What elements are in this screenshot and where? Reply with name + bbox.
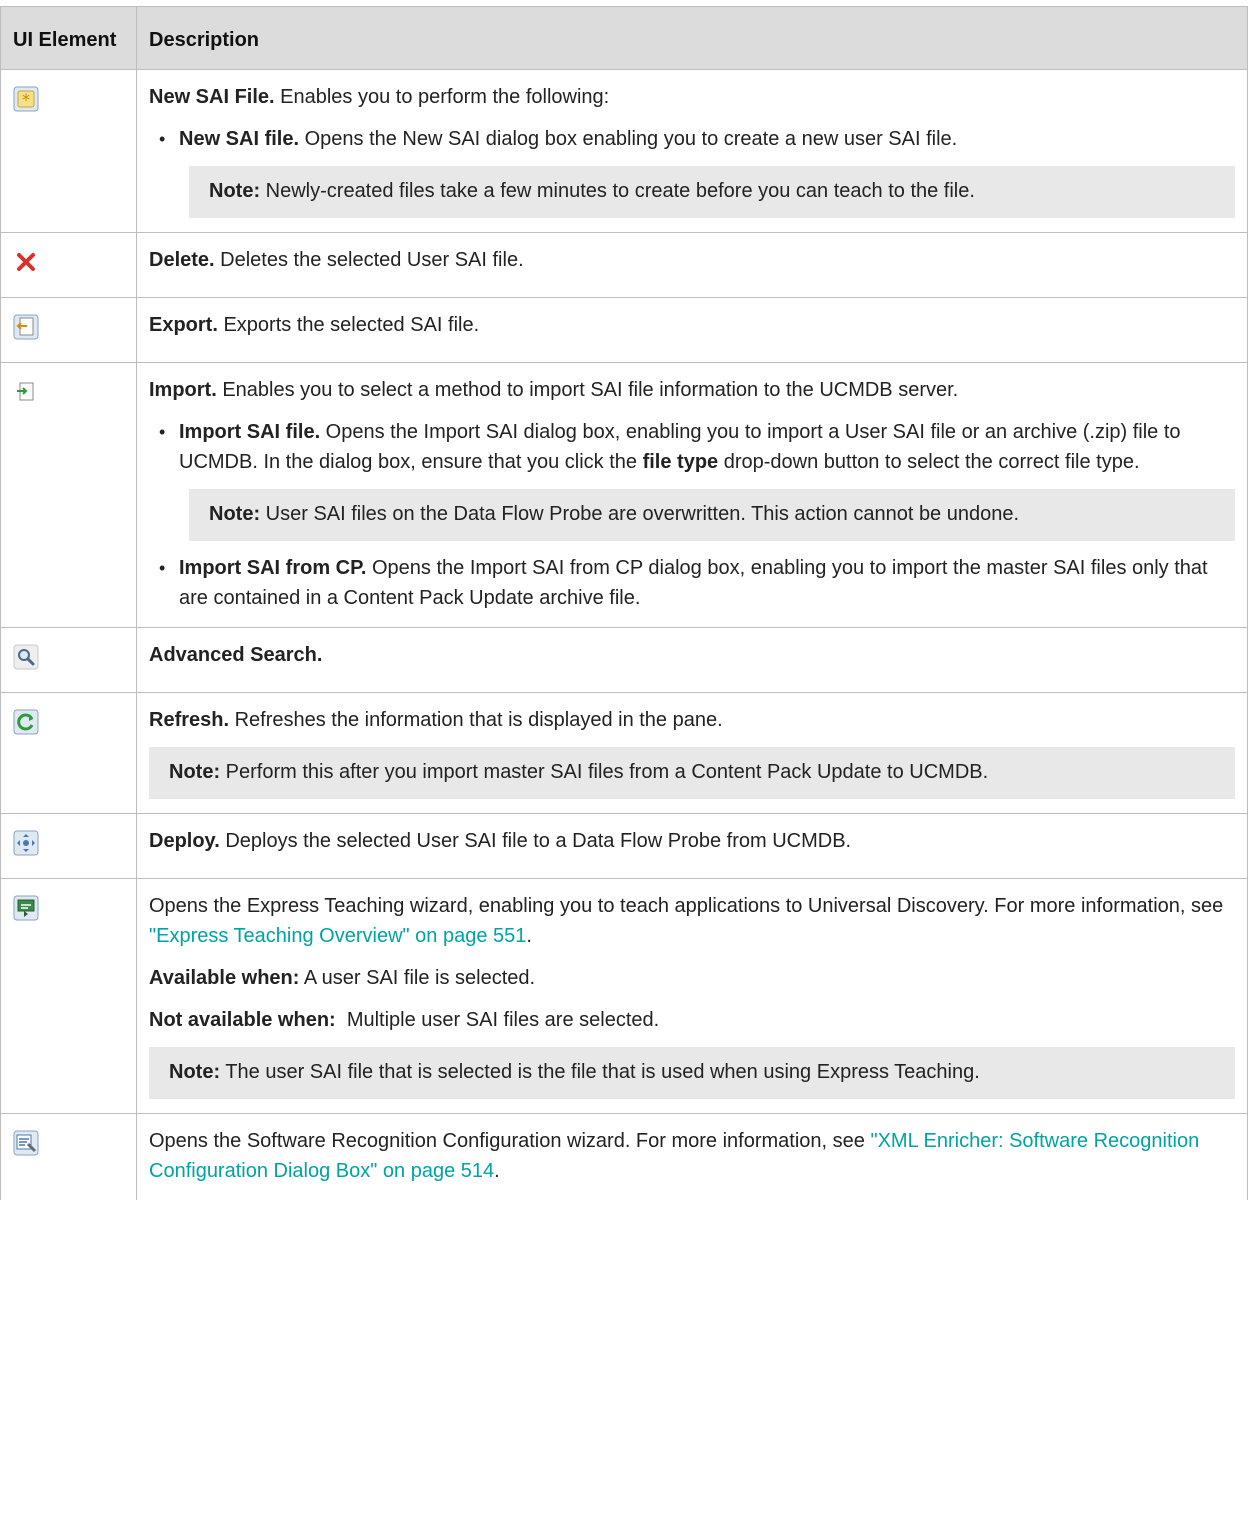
software-recognition-icon[interactable] (13, 1130, 39, 1156)
refresh-text: Refreshes the information that is displa… (229, 709, 723, 731)
express-teaching-overview-link[interactable]: "Express Teaching Overview" on page 551 (149, 925, 526, 947)
export-icon[interactable] (13, 314, 39, 340)
search-title: Advanced Search. (149, 644, 323, 666)
table-row: Refresh. Refreshes the information that … (0, 692, 1248, 814)
deploy-icon[interactable] (13, 830, 39, 856)
import-title: Import. (149, 379, 217, 401)
new-file-icon[interactable]: * (13, 86, 39, 112)
list-item: Import SAI file. Opens the Import SAI di… (149, 417, 1235, 477)
import-text: Enables you to select a method to import… (216, 379, 959, 401)
refresh-title: Refresh. (149, 709, 230, 731)
list-item: New SAI file. Opens the New SAI dialog b… (149, 124, 1235, 154)
recognition-text: Opens the Software Recognition Configura… (149, 1130, 871, 1152)
table-row: Advanced Search. (0, 627, 1248, 693)
deploy-text: Deploys the selected User SAI file to a … (219, 830, 852, 852)
search-icon[interactable] (13, 644, 39, 670)
import-icon[interactable] (13, 379, 39, 405)
table-row: * New SAI File. Enables you to perform t… (0, 69, 1248, 233)
table-row: Opens the Software Recognition Configura… (0, 1113, 1248, 1200)
note-box: Note: User SAI files on the Data Flow Pr… (189, 489, 1235, 541)
table-row: Delete. Deletes the selected User SAI fi… (0, 232, 1248, 298)
available-when-label: Available when: (149, 967, 300, 989)
table-row: Export. Exports the selected SAI file. (0, 297, 1248, 363)
ui-elements-table: UI Element Description * New SAI File. E… (0, 6, 1248, 1200)
note-box: Note: Newly-created files take a few min… (189, 166, 1235, 218)
new-text: Enables you to perform the following: (274, 86, 610, 108)
table-row: Deploy. Deploys the selected User SAI fi… (0, 813, 1248, 879)
delete-text: Deletes the selected User SAI file. (214, 249, 524, 271)
delete-icon[interactable] (13, 249, 39, 275)
list-item: Import SAI from CP. Opens the Import SAI… (149, 553, 1235, 613)
export-text: Exports the selected SAI file. (217, 314, 480, 336)
note-box: Note: The user SAI file that is selected… (149, 1047, 1235, 1099)
delete-title: Delete. (149, 249, 215, 271)
table-row: Opens the Express Teaching wizard, enabl… (0, 878, 1248, 1114)
note-box: Note: Perform this after you import mast… (149, 747, 1235, 799)
express-text: Opens the Express Teaching wizard, enabl… (149, 895, 1224, 917)
express-teaching-icon[interactable] (13, 895, 39, 921)
deploy-title: Deploy. (149, 830, 220, 852)
header-description: Description (136, 6, 1248, 70)
svg-text:*: * (22, 90, 30, 109)
not-available-when-label: Not available when: (149, 1009, 336, 1031)
header-ui-element: UI Element (0, 6, 137, 70)
new-title: New SAI File. (149, 86, 275, 108)
table-header-row: UI Element Description (0, 6, 1248, 70)
export-title: Export. (149, 314, 218, 336)
table-row: Import. Enables you to select a method t… (0, 362, 1248, 628)
refresh-icon[interactable] (13, 709, 39, 735)
